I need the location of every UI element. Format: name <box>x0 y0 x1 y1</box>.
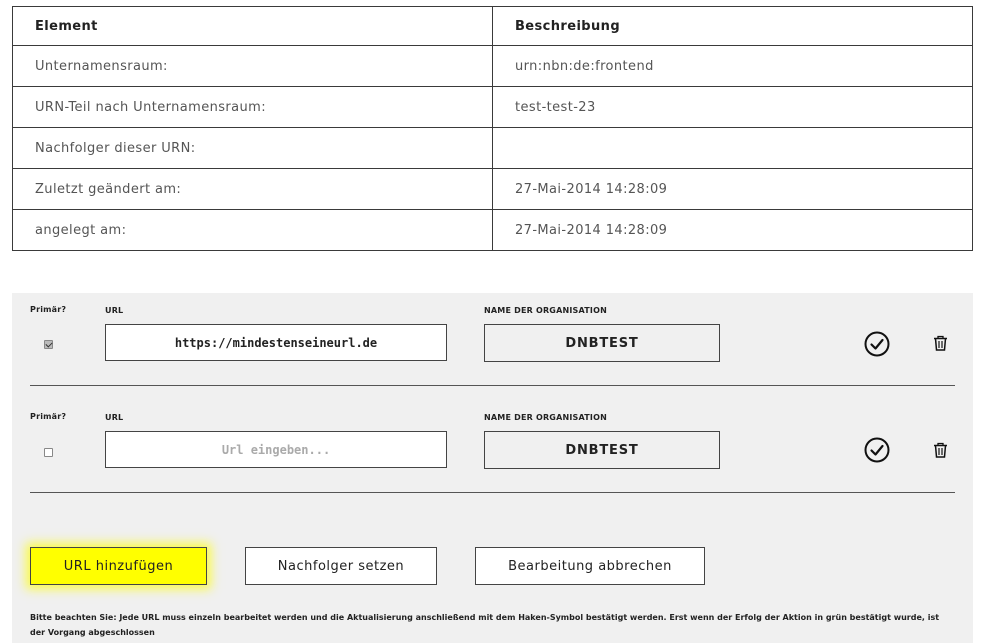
url-label: URL <box>105 413 124 422</box>
table-header-row: Element Beschreibung <box>12 6 973 46</box>
primary-checkbox[interactable] <box>44 448 53 457</box>
row-label: angelegt am: <box>12 209 493 251</box>
organisation-name: DNBTEST <box>484 324 720 362</box>
row-label: URN-Teil nach Unternamensraum: <box>12 86 493 128</box>
column-header-element: Element <box>12 6 493 46</box>
primary-label: Primär? <box>30 305 67 314</box>
primary-label: Primär? <box>30 412 67 421</box>
url-label: URL <box>105 306 124 315</box>
row-divider <box>30 492 955 493</box>
table-row: URN-Teil nach Unternamensraum: test-test… <box>12 86 973 128</box>
set-successor-button[interactable]: Nachfolger setzen <box>245 547 437 585</box>
row-label: Unternamensraum: <box>12 45 493 87</box>
cancel-edit-button[interactable]: Bearbeitung abbrechen <box>475 547 705 585</box>
organisation-label: NAME DER ORGANISATION <box>484 413 608 422</box>
table-row: Unternamensraum: urn:nbn:de:frontend <box>12 45 973 87</box>
url-input[interactable] <box>105 324 447 361</box>
url-edit-panel: Primär? URL NAME DER ORGANISATION DNBTES… <box>12 293 973 643</box>
table-row: Zuletzt geändert am: 27-Mai-2014 14:28:0… <box>12 168 973 210</box>
table-row: Nachfolger dieser URN: <box>12 127 973 169</box>
organisation-name: DNBTEST <box>484 431 720 469</box>
row-value: 27-Mai-2014 14:28:09 <box>492 168 973 210</box>
urn-info-table: Element Beschreibung Unternamensraum: ur… <box>12 6 973 251</box>
trash-icon[interactable] <box>933 335 948 351</box>
primary-checkbox[interactable] <box>44 340 53 349</box>
notice-text: Bitte beachten Sie: Jede URL muss einzel… <box>30 613 940 637</box>
row-label: Zuletzt geändert am: <box>12 168 493 210</box>
add-url-button[interactable]: URL hinzufügen <box>30 547 207 585</box>
row-divider <box>30 385 955 386</box>
check-circle-icon[interactable] <box>864 437 890 463</box>
row-value <box>492 127 973 169</box>
table-row: angelegt am: 27-Mai-2014 14:28:09 <box>12 209 973 251</box>
trash-icon[interactable] <box>933 442 948 458</box>
organisation-label: NAME DER ORGANISATION <box>484 306 608 315</box>
url-input[interactable] <box>105 431 447 468</box>
column-header-description: Beschreibung <box>492 6 973 46</box>
row-value: 27-Mai-2014 14:28:09 <box>492 209 973 251</box>
row-value: test-test-23 <box>492 86 973 128</box>
check-circle-icon[interactable] <box>864 331 890 357</box>
row-value: urn:nbn:de:frontend <box>492 45 973 87</box>
row-label: Nachfolger dieser URN: <box>12 127 493 169</box>
